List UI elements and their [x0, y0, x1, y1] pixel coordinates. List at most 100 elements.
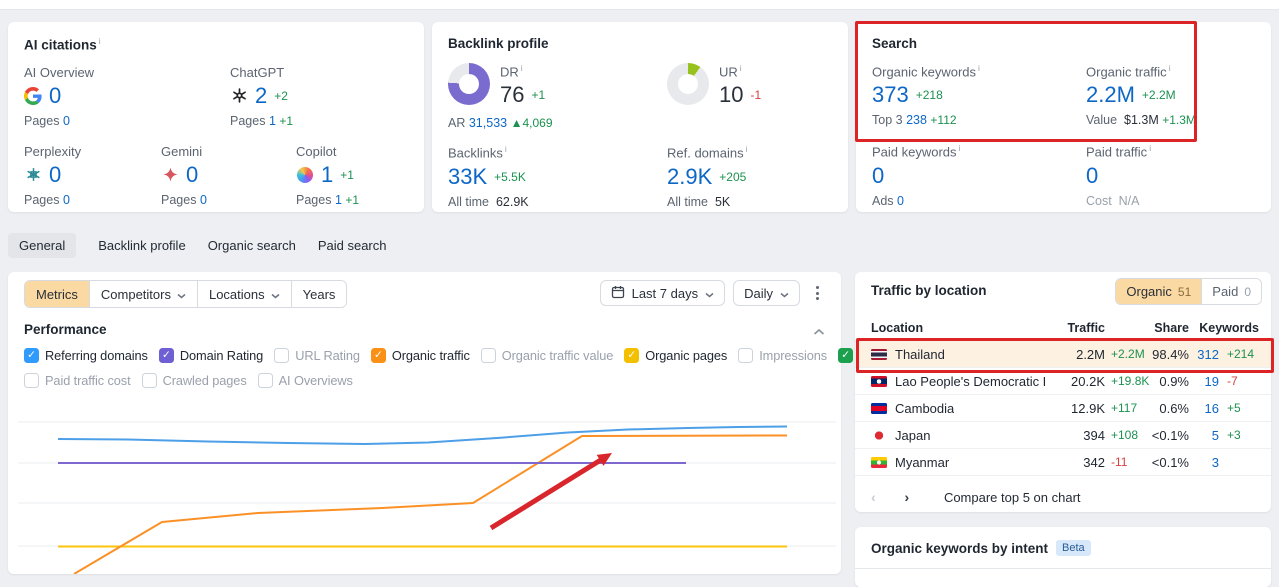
- checkbox-domain-rating[interactable]: ✓ Domain Rating: [158, 348, 263, 363]
- checked-checkbox-icon: ✓: [838, 348, 854, 363]
- location-row-cambodia[interactable]: Cambodia 12.9K +117 0.6% 16 +5: [855, 395, 1271, 422]
- traffic-value: 2.2M: [1076, 346, 1105, 362]
- traffic-delta: +19.8K: [1111, 374, 1150, 388]
- ref-domains-block: Ref. domains i 2.9K +205 All time 5K: [667, 144, 748, 209]
- keywords-delta: +214: [1227, 347, 1255, 361]
- performance-title: Performance: [24, 322, 107, 337]
- checkbox-organic-traffic-value[interactable]: Organic traffic value: [480, 348, 613, 363]
- share-value: 0.9%: [1159, 373, 1189, 389]
- flag-thailand-icon: [871, 348, 887, 360]
- paid-keywords-block: Paid keywords i 0 Ads 0: [872, 143, 961, 208]
- next-page-icon[interactable]: ›: [904, 489, 911, 505]
- traffic-delta: -11: [1111, 455, 1128, 469]
- share-value: 0.6%: [1159, 400, 1189, 416]
- more-options-kebab-icon[interactable]: [808, 280, 827, 306]
- url-rating-block: UR i 10 -1: [667, 63, 761, 130]
- tab-backlink-profile[interactable]: Backlink profile: [98, 233, 185, 258]
- checked-checkbox-icon: ✓: [158, 348, 174, 363]
- paid-toggle[interactable]: Paid 0: [1201, 279, 1261, 304]
- checkbox-row-2: Paid traffic cost Crawled pages AI Overvie…: [24, 373, 353, 388]
- share-value: 98.4%: [1152, 346, 1189, 362]
- chevron-down-icon: [177, 287, 186, 302]
- keywords-value: 5: [1211, 427, 1219, 443]
- share-value: <0.1%: [1151, 427, 1189, 443]
- location-row-thailand[interactable]: Thailand 2.2M +2.2M 98.4% 312 +214: [855, 341, 1271, 368]
- backlink-profile-card: Backlink profile DR i 76 +1 AR 31,533 ▲4,0…: [432, 22, 848, 212]
- checkbox-ai-overviews[interactable]: AI Overviews: [257, 373, 353, 388]
- copilot-icon: [296, 166, 314, 184]
- keywords-delta: +3: [1227, 428, 1241, 442]
- keywords-by-intent-title: Organic keywords by intent: [871, 540, 1049, 556]
- keywords-value: 312: [1197, 346, 1219, 362]
- checkbox-url-rating[interactable]: URL Rating: [274, 348, 360, 363]
- location-name-cell: Japan: [871, 428, 1045, 443]
- unchecked-checkbox-icon: [24, 373, 39, 388]
- metrics-button[interactable]: Metrics: [25, 281, 90, 307]
- traffic-value: 12.9K: [1071, 400, 1105, 416]
- tab-paid-search[interactable]: Paid search: [318, 233, 387, 258]
- chevron-down-icon: [780, 286, 789, 301]
- organic-paid-toggle: Organic 51 Paid 0: [1115, 278, 1262, 305]
- unchecked-checkbox-icon: [257, 373, 273, 388]
- tab-organic-search[interactable]: Organic search: [208, 233, 296, 258]
- location-name-cell: Cambodia: [871, 401, 1045, 416]
- checkbox-referring-domains[interactable]: ✓ Referring domains: [24, 348, 148, 363]
- ai-citations-title: AI citations i: [24, 36, 101, 53]
- performance-chart: [18, 421, 836, 574]
- unchecked-checkbox-icon: [480, 348, 496, 363]
- competitors-button[interactable]: Competitors: [89, 281, 198, 307]
- keywords-value: 19: [1204, 373, 1219, 389]
- beta-badge: Beta: [1056, 540, 1091, 556]
- calendar-icon: [611, 285, 625, 302]
- unchecked-checkbox-icon: [274, 348, 290, 363]
- ai-overview-block: AI Overview 0 Pages 0: [24, 64, 95, 128]
- location-name-cell: Thailand: [871, 347, 1045, 362]
- info-icon[interactable]: i: [99, 36, 101, 46]
- organic-toggle[interactable]: Organic 51: [1116, 279, 1202, 304]
- tabs: General Backlink profile Organic search Pai…: [8, 232, 387, 258]
- granularity-button[interactable]: Daily: [733, 280, 800, 306]
- traffic-value: 20.2K: [1071, 373, 1105, 389]
- location-table-header: Location Traffic Share Keywords: [855, 316, 1271, 341]
- location-row-japan[interactable]: Japan 394 +108 <0.1% 5 +3: [855, 422, 1271, 449]
- chart-filter-group: Metrics Competitors Locations Years: [24, 280, 348, 308]
- keywords-by-intent-panel: Organic keywords by intent Beta: [855, 527, 1271, 587]
- locations-button[interactable]: Locations: [197, 281, 292, 307]
- location-row-lao-people-s-democratic-reput[interactable]: Lao People's Democratic Reput 20.2K +19.8K…: [855, 368, 1271, 395]
- collapse-chevron-up-icon[interactable]: [813, 324, 825, 339]
- checkbox-organic-traffic[interactable]: ✓ Organic traffic: [370, 348, 470, 363]
- ur-donut-chart: [667, 63, 709, 105]
- paid-traffic-block: Paid traffic i 0 Cost N/A: [1086, 143, 1152, 208]
- checked-checkbox-icon: ✓: [24, 348, 39, 363]
- divider: [855, 568, 1271, 569]
- flag-japan-icon: [871, 429, 887, 441]
- prev-page-icon[interactable]: ‹: [871, 489, 878, 505]
- checkbox-organic-pages[interactable]: ✓ Organic pages: [624, 348, 727, 363]
- compare-top5-link[interactable]: Compare top 5 on chart: [944, 490, 1081, 505]
- years-button[interactable]: Years: [291, 281, 347, 307]
- tab-general[interactable]: General: [8, 232, 77, 258]
- date-range-button[interactable]: Last 7 days: [599, 280, 726, 306]
- perplexity-icon: [24, 166, 42, 184]
- location-name-cell: Myanmar: [871, 455, 1045, 470]
- flag-cambodia-icon: [871, 402, 887, 414]
- gemini-block: Gemini 0 Pages 0: [161, 143, 207, 207]
- location-row-myanmar[interactable]: Myanmar 342 -11 <0.1% 3: [855, 449, 1271, 476]
- series-organic-traffic: [73, 434, 788, 574]
- ai-citations-card: AI citations i AI Overview 0 Pages 0 Chat…: [8, 22, 424, 212]
- chatgpt-block: ChatGPT 2 +2 Pages 1 +1: [230, 64, 294, 128]
- traffic-by-location-panel: Traffic by location Organic 51 Paid 0 Loca…: [855, 272, 1271, 512]
- share-value: <0.1%: [1151, 454, 1189, 470]
- traffic-delta: +2.2M: [1111, 347, 1145, 361]
- checkbox-impressions[interactable]: Impressions: [738, 348, 827, 363]
- checkbox-paid-traffic-cost[interactable]: Paid traffic cost: [24, 373, 131, 388]
- dr-donut-chart: [448, 63, 490, 105]
- checked-checkbox-icon: ✓: [624, 348, 640, 363]
- google-icon: [24, 86, 42, 105]
- gemini-icon: [161, 166, 179, 184]
- backlinks-block: Backlinks i 33K +5.5K All time 62.9K: [448, 144, 529, 209]
- checkbox-crawled-pages[interactable]: Crawled pages: [141, 373, 247, 388]
- perplexity-block: Perplexity 0 Pages 0: [24, 143, 82, 207]
- organic-traffic-block: Organic traffic i 2.2M +2.2M Value $1.3M +…: [1086, 63, 1196, 128]
- chevron-down-icon: [705, 286, 714, 301]
